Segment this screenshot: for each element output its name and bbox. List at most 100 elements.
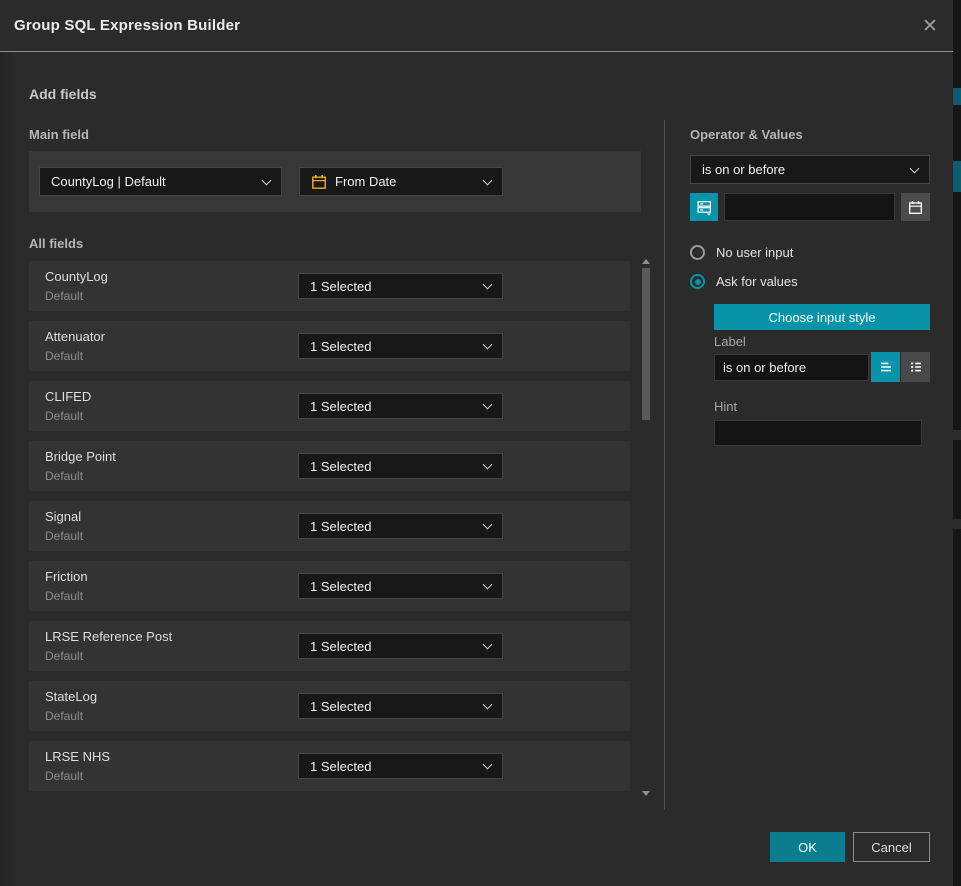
chevron-down-icon bbox=[483, 520, 493, 530]
field-values-selected: 1 Selected bbox=[310, 459, 371, 474]
layer-select-value: CountyLog | Default bbox=[51, 174, 166, 189]
main-field-panel: CountyLog | Default From Date bbox=[29, 151, 641, 212]
field-subtitle: Default bbox=[45, 349, 83, 363]
field-values-selected: 1 Selected bbox=[310, 399, 371, 414]
radio-label: No user input bbox=[716, 245, 793, 260]
field-values-selected: 1 Selected bbox=[310, 639, 371, 654]
field-name: Attenuator bbox=[45, 329, 105, 344]
chevron-down-icon bbox=[483, 460, 493, 470]
field-row: Bridge Point Default 1 Selected bbox=[29, 441, 630, 491]
value-input[interactable] bbox=[724, 193, 895, 221]
field-values-select[interactable]: 1 Selected bbox=[298, 513, 503, 539]
chevron-down-icon bbox=[483, 760, 493, 770]
cancel-button[interactable]: Cancel bbox=[853, 832, 930, 862]
field-subtitle: Default bbox=[45, 289, 83, 303]
field-row: LRSE NHS Default 1 Selected bbox=[29, 741, 630, 791]
field-subtitle: Default bbox=[45, 649, 83, 663]
field-subtitle: Default bbox=[45, 529, 83, 543]
chevron-down-icon bbox=[262, 175, 272, 185]
field-row: StateLog Default 1 Selected bbox=[29, 681, 630, 731]
scrollbar-up-arrow-icon[interactable] bbox=[642, 259, 650, 264]
operator-select-value: is on or before bbox=[702, 162, 785, 177]
field-subtitle: Default bbox=[45, 769, 83, 783]
operator-select[interactable]: is on or before bbox=[690, 155, 930, 184]
field-name: Signal bbox=[45, 509, 81, 524]
unique-values-button[interactable] bbox=[690, 193, 718, 221]
field-row: LRSE Reference Post Default 1 Selected bbox=[29, 621, 630, 671]
edge-mark bbox=[953, 519, 961, 529]
field-values-select[interactable]: 1 Selected bbox=[298, 573, 503, 599]
choose-input-style-button[interactable]: Choose input style bbox=[714, 304, 930, 330]
date-picker-button[interactable] bbox=[901, 193, 930, 221]
main-field-select[interactable]: From Date bbox=[299, 167, 503, 196]
chevron-down-icon bbox=[910, 163, 920, 173]
field-name: LRSE Reference Post bbox=[45, 629, 172, 644]
align-left-icon bbox=[878, 359, 894, 375]
field-row: Attenuator Default 1 Selected bbox=[29, 321, 630, 371]
label-input[interactable] bbox=[714, 354, 869, 381]
field-subtitle: Default bbox=[45, 589, 83, 603]
field-values-select[interactable]: 1 Selected bbox=[298, 333, 503, 359]
main-field-heading: Main field bbox=[29, 127, 89, 142]
field-values-select[interactable]: 1 Selected bbox=[298, 633, 503, 659]
field-row: CLIFED Default 1 Selected bbox=[29, 381, 630, 431]
group-sql-expression-builder-dialog: Group SQL Expression Builder ✕ Add field… bbox=[0, 0, 953, 886]
field-subtitle: Default bbox=[45, 409, 83, 423]
field-values-select[interactable]: 1 Selected bbox=[298, 393, 503, 419]
label-caption: Label bbox=[714, 334, 746, 349]
bulleted-list-icon bbox=[908, 359, 924, 375]
field-values-selected: 1 Selected bbox=[310, 519, 371, 534]
field-name: LRSE NHS bbox=[45, 749, 110, 764]
radio-no-user-input[interactable]: No user input bbox=[690, 245, 793, 260]
field-name: StateLog bbox=[45, 689, 97, 704]
field-values-selected: 1 Selected bbox=[310, 279, 371, 294]
add-fields-heading: Add fields bbox=[29, 86, 97, 102]
field-name: CLIFED bbox=[45, 389, 91, 404]
hint-caption: Hint bbox=[714, 399, 737, 414]
field-values-select[interactable]: 1 Selected bbox=[298, 273, 503, 299]
close-icon[interactable]: ✕ bbox=[917, 14, 943, 40]
edge-mark bbox=[953, 430, 961, 440]
chevron-down-icon bbox=[483, 280, 493, 290]
radio-ask-for-values[interactable]: Ask for values bbox=[690, 274, 798, 289]
main-field-select-value: From Date bbox=[335, 174, 396, 189]
layer-select[interactable]: CountyLog | Default bbox=[39, 167, 282, 196]
edge-highlight bbox=[953, 88, 961, 105]
chevron-down-icon bbox=[483, 640, 493, 650]
field-values-selected: 1 Selected bbox=[310, 699, 371, 714]
field-subtitle: Default bbox=[45, 469, 83, 483]
radio-circle-icon bbox=[690, 274, 705, 289]
chevron-down-icon bbox=[483, 175, 493, 185]
field-subtitle: Default bbox=[45, 709, 83, 723]
operator-values-heading: Operator & Values bbox=[690, 127, 803, 142]
field-row: Friction Default 1 Selected bbox=[29, 561, 630, 611]
field-values-select[interactable]: 1 Selected bbox=[298, 753, 503, 779]
chevron-down-icon bbox=[483, 340, 493, 350]
field-name: Bridge Point bbox=[45, 449, 116, 464]
field-name: CountyLog bbox=[45, 269, 108, 284]
dialog-title: Group SQL Expression Builder bbox=[14, 0, 240, 52]
field-row: Signal Default 1 Selected bbox=[29, 501, 630, 551]
hint-input[interactable] bbox=[714, 420, 922, 446]
background-app-edge bbox=[953, 0, 961, 886]
field-values-select[interactable]: 1 Selected bbox=[298, 453, 503, 479]
panel-divider bbox=[664, 120, 665, 810]
chevron-down-icon bbox=[483, 400, 493, 410]
calendar-icon bbox=[311, 174, 327, 190]
unique-values-icon bbox=[696, 199, 713, 216]
ok-button[interactable]: OK bbox=[770, 832, 845, 862]
calendar-icon bbox=[908, 200, 923, 215]
scrollbar-thumb[interactable] bbox=[642, 268, 650, 420]
list-input-style-button[interactable] bbox=[901, 352, 930, 382]
field-name: Friction bbox=[45, 569, 88, 584]
field-values-select[interactable]: 1 Selected bbox=[298, 693, 503, 719]
field-values-selected: 1 Selected bbox=[310, 759, 371, 774]
radio-label: Ask for values bbox=[716, 274, 798, 289]
all-fields-list: CountyLog Default 1 Selected Attenuator … bbox=[29, 261, 630, 793]
screen: Group SQL Expression Builder ✕ Add field… bbox=[0, 0, 961, 886]
scrollbar-down-arrow-icon[interactable] bbox=[642, 791, 650, 796]
single-line-input-style-button[interactable] bbox=[871, 352, 900, 382]
chevron-down-icon bbox=[483, 700, 493, 710]
dialog-header: Group SQL Expression Builder ✕ bbox=[0, 0, 953, 52]
field-values-selected: 1 Selected bbox=[310, 579, 371, 594]
